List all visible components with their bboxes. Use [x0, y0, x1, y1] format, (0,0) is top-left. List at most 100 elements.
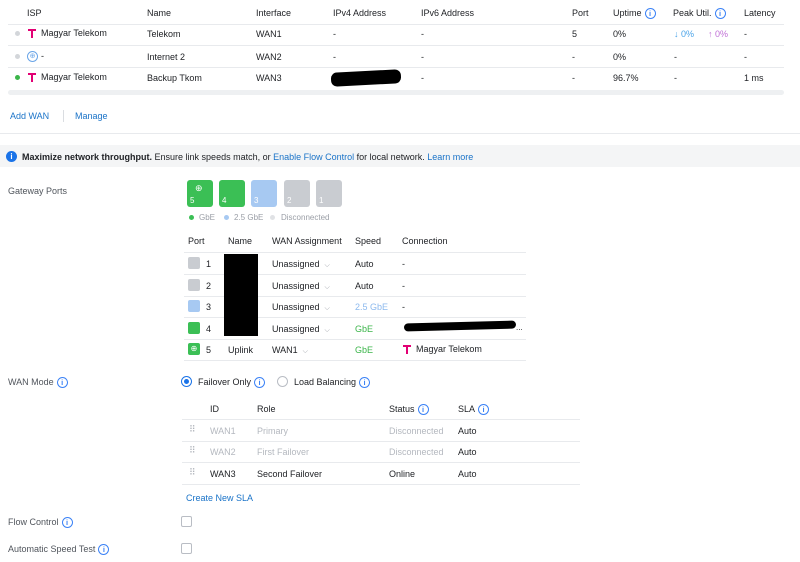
- drag-handle-icon[interactable]: ⠿: [189, 467, 196, 478]
- flow-control-label: Flow Control i: [8, 517, 73, 529]
- chevron-down-icon: ⌵: [324, 284, 330, 291]
- col-header-ipv4[interactable]: IPv4 Address: [333, 8, 386, 18]
- horizontal-scrollbar[interactable]: [8, 90, 784, 95]
- globe-icon: ⊕: [188, 343, 200, 355]
- uptime: 96.7%: [613, 73, 639, 83]
- col-header-wan-assignment: WAN Assignment: [272, 236, 342, 246]
- wan-assignment-dropdown[interactable]: Unassigned ⌵: [272, 259, 330, 270]
- col-header-name[interactable]: Name: [147, 8, 171, 18]
- port-3-box[interactable]: 3: [251, 180, 277, 207]
- wan-id: WAN2: [210, 447, 236, 457]
- flow-control-checkbox[interactable]: [181, 516, 192, 527]
- create-new-sla-link[interactable]: Create New SLA: [186, 493, 253, 503]
- port-1-box[interactable]: 1: [316, 180, 342, 207]
- failover-only-radio[interactable]: [181, 376, 192, 387]
- ipv6: -: [421, 52, 424, 62]
- port-4-box[interactable]: 4: [219, 180, 245, 207]
- wan-assignment-dropdown[interactable]: Unassigned ⌵: [272, 281, 330, 292]
- telekom-logo-icon: [28, 29, 36, 39]
- port-connection: -: [402, 302, 405, 312]
- ipv6: -: [421, 73, 424, 83]
- add-wan-link[interactable]: Add WAN: [10, 111, 49, 121]
- wan-sla: Auto: [458, 447, 477, 457]
- wan-id: WAN1: [210, 426, 236, 436]
- wan-name: Backup Tkom: [147, 73, 202, 83]
- peak-util: -: [674, 73, 677, 83]
- col-header-latency[interactable]: Latency: [744, 8, 776, 18]
- enable-flow-control-link[interactable]: Enable Flow Control: [273, 152, 354, 162]
- ellipsis: ...: [516, 323, 523, 332]
- port-connection: -: [402, 281, 405, 291]
- col-header-port: Port: [188, 236, 205, 246]
- info-icon[interactable]: i: [714, 8, 726, 20]
- automatic-speed-test-checkbox[interactable]: [181, 543, 192, 554]
- telekom-logo-icon: [403, 345, 411, 355]
- banner-text: Ensure link speeds match, or: [154, 152, 271, 162]
- port-5-box[interactable]: ⊕ 5: [187, 180, 213, 207]
- drag-handle-icon[interactable]: ⠿: [189, 445, 196, 456]
- port-number: 2: [206, 281, 212, 291]
- banner-title: Maximize network throughput.: [22, 152, 153, 162]
- info-icon[interactable]: i: [98, 544, 110, 556]
- learn-more-link[interactable]: Learn more: [427, 152, 473, 162]
- divider: [182, 419, 580, 420]
- col-header-status: Status i: [389, 404, 429, 416]
- failover-only-label[interactable]: Failover Only i: [198, 377, 266, 389]
- port-number: 3: [206, 302, 212, 312]
- manage-link[interactable]: Manage: [75, 111, 108, 121]
- col-header-ipv6[interactable]: IPv6 Address: [421, 8, 474, 18]
- info-icon[interactable]: i: [644, 8, 656, 20]
- redacted-ipv4: [330, 69, 402, 87]
- status-dot-idle: [15, 54, 20, 59]
- wan-sla: Auto: [458, 469, 477, 479]
- load-balancing-label[interactable]: Load Balancing i: [294, 377, 371, 389]
- drag-handle-icon[interactable]: ⠿: [189, 424, 196, 435]
- info-icon: i: [359, 377, 371, 389]
- wan-status: Online: [389, 469, 416, 479]
- telekom-logo-icon: [28, 73, 36, 83]
- col-header-port[interactable]: Port: [572, 8, 589, 18]
- col-header-interface[interactable]: Interface: [256, 8, 291, 18]
- latency: 1 ms: [744, 73, 764, 83]
- banner-text-2: for local network.: [356, 152, 425, 162]
- wan-id: WAN3: [210, 469, 236, 479]
- port-number: 1: [206, 259, 212, 269]
- globe-icon: ⊕: [195, 183, 203, 193]
- wan-mode-label: WAN Mode i: [8, 377, 68, 389]
- redacted-connection: [403, 320, 517, 332]
- peak-up: ↑ 0%: [708, 29, 729, 39]
- info-icon[interactable]: i: [61, 517, 73, 529]
- uptime: 0%: [613, 29, 627, 39]
- col-header-uptime[interactable]: Uptime i: [613, 8, 656, 20]
- uptime: 0%: [613, 52, 627, 62]
- interface: WAN2: [256, 52, 282, 62]
- col-header-peak-util[interactable]: Peak Util. i: [673, 8, 726, 20]
- redacted-port-names: [224, 254, 258, 336]
- port-indicator: [188, 322, 200, 334]
- divider: [8, 67, 784, 68]
- wan-name: Telekom: [147, 29, 181, 39]
- interface: WAN3: [256, 73, 282, 83]
- chevron-down-icon: ⌵: [324, 305, 330, 312]
- ipv6: -: [421, 29, 424, 39]
- wan-status: Disconnected: [389, 426, 444, 436]
- load-balancing-radio[interactable]: [277, 376, 288, 387]
- col-header-isp[interactable]: ISP: [27, 8, 42, 18]
- port-connection: Magyar Telekom: [402, 344, 482, 355]
- info-icon: i: [6, 151, 17, 162]
- port-indicator: [188, 279, 200, 291]
- info-icon[interactable]: i: [56, 377, 68, 389]
- wan-role: Primary: [257, 426, 288, 436]
- wan-assignment-dropdown[interactable]: WAN1 ⌵: [272, 345, 308, 356]
- col-header-id: ID: [210, 404, 219, 414]
- info-icon[interactable]: i: [478, 404, 490, 416]
- wan-role: First Failover: [257, 447, 310, 457]
- chevron-down-icon: ⌵: [302, 348, 308, 355]
- legend-dot-gbe: [189, 215, 194, 220]
- wan-assignment-dropdown[interactable]: Unassigned ⌵: [272, 324, 330, 335]
- wan-assignment-dropdown[interactable]: Unassigned ⌵: [272, 302, 330, 313]
- port-speed: GbE: [355, 345, 374, 355]
- info-icon[interactable]: i: [417, 404, 429, 416]
- info-banner: i Maximize network throughput. Ensure li…: [0, 145, 800, 167]
- port-2-box[interactable]: 2: [284, 180, 310, 207]
